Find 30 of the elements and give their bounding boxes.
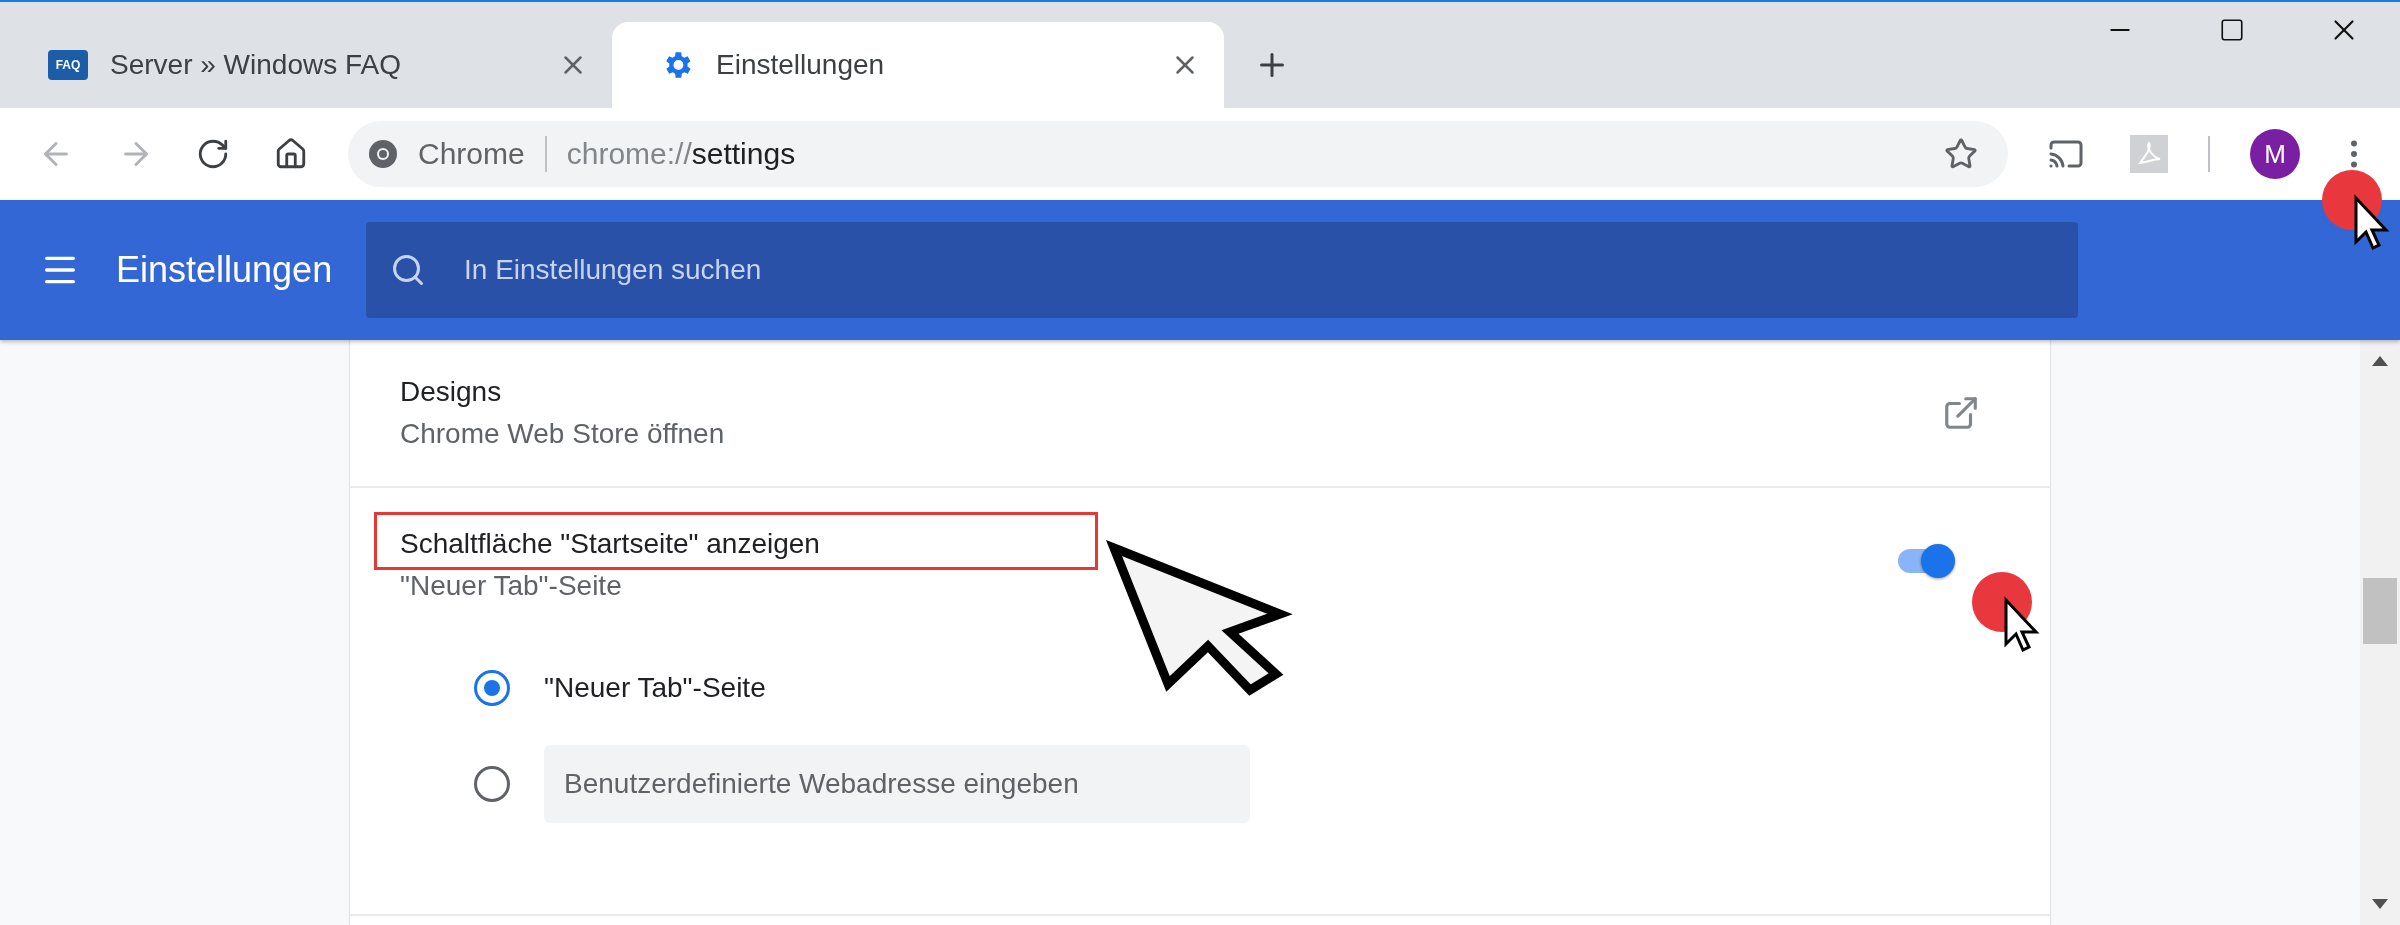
address-bar[interactable]: Chrome chrome://settings	[348, 121, 2008, 187]
favicon-icon: FAQ	[48, 50, 88, 80]
search-input[interactable]: In Einstellungen suchen	[462, 253, 1866, 287]
home-icon[interactable]	[274, 137, 308, 171]
setting-subtitle: "Neuer Tab"-Seite	[400, 570, 623, 602]
url-text: chrome://settings	[566, 137, 796, 171]
page-title: Einstellungen	[116, 249, 334, 291]
profile-avatar[interactable]: M	[2250, 129, 2300, 179]
scroll-down-icon[interactable]	[2372, 899, 2388, 909]
radio-button[interactable]	[474, 670, 510, 706]
site-label: Chrome	[418, 137, 525, 171]
radio-button[interactable]	[474, 766, 510, 802]
chrome-icon	[368, 139, 398, 169]
browser-tab[interactable]: FAQ Server » Windows FAQ	[0, 22, 612, 108]
setting-subtitle: Chrome Web Store öffnen	[400, 418, 726, 450]
scrollbar[interactable]	[2360, 340, 2400, 925]
external-link-icon[interactable]	[1942, 394, 1980, 432]
search-icon	[390, 252, 426, 288]
scroll-thumb[interactable]	[2363, 578, 2397, 644]
search-field[interactable]: In Einstellungen suchen	[366, 222, 2078, 318]
tab-title: Server » Windows FAQ	[110, 49, 402, 81]
browser-tab[interactable]: Einstellungen	[612, 22, 1224, 108]
option-label: "Neuer Tab"-Seite	[544, 672, 766, 704]
star-icon[interactable]	[1944, 137, 1978, 171]
input-field[interactable]: Benutzerdefinierte Webadresse eingeben	[544, 745, 1250, 823]
scroll-up-icon[interactable]	[2372, 356, 2388, 366]
setting-title: Designs	[400, 376, 503, 408]
reload-icon[interactable]	[196, 137, 230, 171]
setting-title: Schaltfläche "Startseite" anzeigen	[400, 528, 821, 560]
tab-title: Einstellungen	[716, 49, 886, 81]
